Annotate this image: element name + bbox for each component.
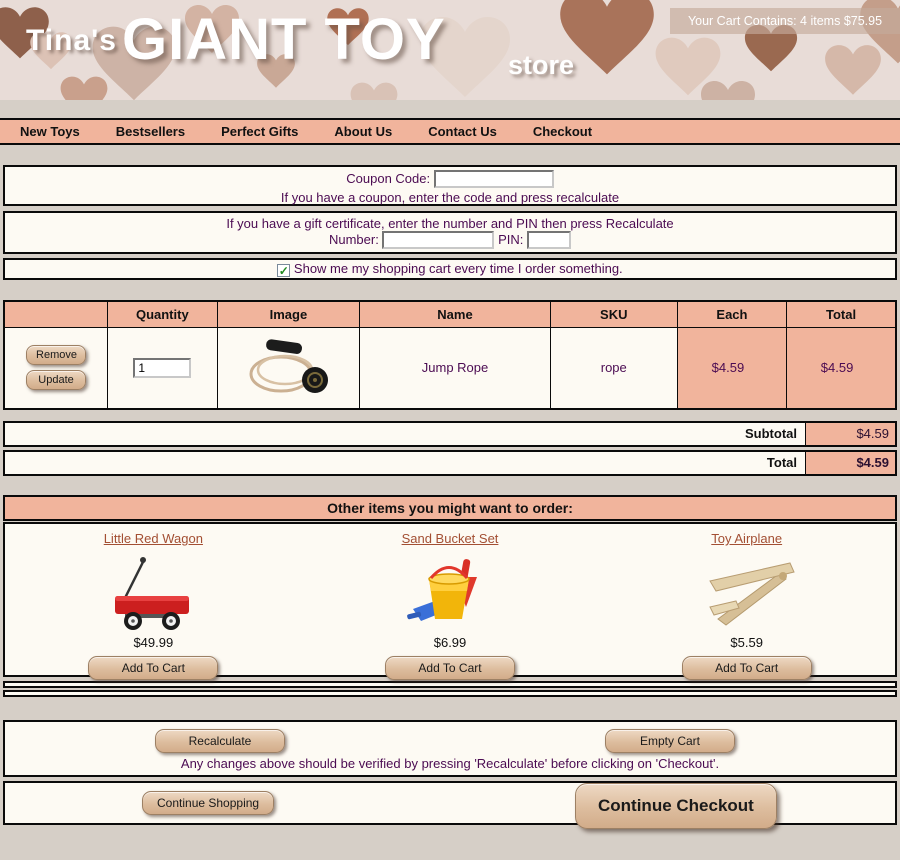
coupon-panel: Coupon Code: If you have a coupon, enter… bbox=[3, 165, 897, 206]
nav-item-perfect-gifts[interactable]: Perfect Gifts bbox=[221, 124, 298, 139]
update-button[interactable]: Update bbox=[26, 370, 86, 390]
coupon-hint: If you have a coupon, enter the code and… bbox=[5, 190, 895, 205]
cart-summary-badge: Your Cart Contains: 4 items $75.95 bbox=[670, 8, 900, 34]
suggestion-link-airplane[interactable]: Toy Airplane bbox=[711, 531, 782, 546]
suggestions-header: Other items you might want to order: bbox=[3, 495, 897, 521]
continue-checkout-button[interactable]: Continue Checkout bbox=[575, 783, 777, 829]
checkout-actions-panel: Continue Shopping Continue Checkout bbox=[3, 781, 897, 825]
main-nav: New Toys Bestsellers Perfect Gifts About… bbox=[0, 118, 900, 145]
nav-item-contact-us[interactable]: Contact Us bbox=[428, 124, 497, 139]
continue-shopping-button[interactable]: Continue Shopping bbox=[142, 791, 274, 815]
product-total-price: $4.59 bbox=[787, 327, 896, 409]
nav-item-checkout[interactable]: Checkout bbox=[533, 124, 592, 139]
gift-pin-label: PIN: bbox=[498, 232, 523, 247]
total-row: Total $4.59 bbox=[3, 450, 897, 476]
subtotal-value: $4.59 bbox=[805, 423, 895, 445]
col-header-image: Image bbox=[217, 301, 360, 327]
product-name: Jump Rope bbox=[360, 327, 550, 409]
product-sku: rope bbox=[550, 327, 677, 409]
quantity-input[interactable] bbox=[133, 358, 191, 378]
total-label: Total bbox=[5, 452, 805, 474]
jump-rope-image bbox=[233, 328, 343, 404]
suggestion-price-wagon: $49.99 bbox=[5, 635, 302, 650]
suggestion-toy-airplane: Toy Airplane $5.59 Add To Cart bbox=[598, 524, 895, 675]
brand-suffix: store bbox=[508, 50, 574, 81]
recalculate-button[interactable]: Recalculate bbox=[155, 729, 285, 753]
brand-prefix: Tina's bbox=[26, 24, 117, 58]
cart-row-actions-cell: Remove Update bbox=[4, 327, 108, 409]
cart-row-jump-rope: Remove Update Jump Rope rope $4.59 $4.59 bbox=[4, 327, 896, 409]
cart-table-header-row: Quantity Image Name SKU Each Total bbox=[4, 301, 896, 327]
suggestion-sand-bucket-set: Sand Bucket Set $6.99 Add To Cart bbox=[302, 524, 599, 675]
add-to-cart-button-wagon[interactable]: Add To Cart bbox=[88, 656, 218, 680]
show-cart-checkbox[interactable]: ✓ bbox=[277, 264, 290, 277]
col-header-name: Name bbox=[360, 301, 550, 327]
subtotal-row: Subtotal $4.59 bbox=[3, 421, 897, 447]
suggestion-little-red-wagon: Little Red Wagon $49.99 Add To Cart bbox=[5, 524, 302, 675]
divider-bar bbox=[3, 690, 897, 697]
suggestion-price-bucket: $6.99 bbox=[302, 635, 599, 650]
nav-item-about-us[interactable]: About Us bbox=[334, 124, 392, 139]
col-header-total: Total bbox=[787, 301, 896, 327]
red-wagon-image bbox=[103, 551, 203, 633]
coupon-input[interactable] bbox=[434, 170, 554, 188]
product-image-cell bbox=[217, 327, 360, 409]
gift-certificate-panel: If you have a gift certificate, enter th… bbox=[3, 211, 897, 254]
subtotal-label: Subtotal bbox=[5, 423, 805, 445]
col-header-each: Each bbox=[677, 301, 786, 327]
total-value: $4.59 bbox=[805, 452, 895, 474]
nav-item-new-toys[interactable]: New Toys bbox=[20, 124, 80, 139]
toy-airplane-image bbox=[692, 551, 802, 633]
brand-main: GIANT TOY bbox=[122, 6, 446, 73]
show-cart-label: Show me my shopping cart every time I or… bbox=[294, 261, 623, 276]
sand-bucket-image bbox=[405, 551, 495, 633]
nav-item-bestsellers[interactable]: Bestsellers bbox=[116, 124, 185, 139]
product-each-price: $4.59 bbox=[677, 327, 786, 409]
site-header: Tina's GIANT TOY store Your Cart Contain… bbox=[0, 0, 900, 100]
col-header-sku: SKU bbox=[550, 301, 677, 327]
coupon-label: Coupon Code: bbox=[346, 171, 430, 186]
gift-number-label: Number: bbox=[329, 232, 379, 247]
gift-pin-input[interactable] bbox=[527, 231, 571, 249]
gift-hint: If you have a gift certificate, enter th… bbox=[5, 216, 895, 231]
empty-cart-button[interactable]: Empty Cart bbox=[605, 729, 735, 753]
col-header-quantity: Quantity bbox=[108, 301, 218, 327]
recalculate-note: Any changes above should be verified by … bbox=[5, 756, 895, 771]
divider-bar bbox=[3, 681, 897, 688]
gift-number-input[interactable] bbox=[382, 231, 494, 249]
add-to-cart-button-bucket[interactable]: Add To Cart bbox=[385, 656, 515, 680]
suggestion-price-airplane: $5.59 bbox=[598, 635, 895, 650]
add-to-cart-button-airplane[interactable]: Add To Cart bbox=[682, 656, 812, 680]
cart-table: Quantity Image Name SKU Each Total Remov… bbox=[3, 300, 897, 410]
cart-actions-panel: Recalculate Empty Cart Any changes above… bbox=[3, 720, 897, 777]
remove-button[interactable]: Remove bbox=[26, 345, 86, 365]
show-cart-panel: ✓ Show me my shopping cart every time I … bbox=[3, 258, 897, 280]
suggestion-link-bucket[interactable]: Sand Bucket Set bbox=[402, 531, 499, 546]
suggestion-link-wagon[interactable]: Little Red Wagon bbox=[104, 531, 203, 546]
col-header-actions bbox=[4, 301, 108, 327]
quantity-cell bbox=[108, 327, 218, 409]
suggestions-panel: Little Red Wagon $49.99 Add To Cart Sand… bbox=[3, 522, 897, 677]
